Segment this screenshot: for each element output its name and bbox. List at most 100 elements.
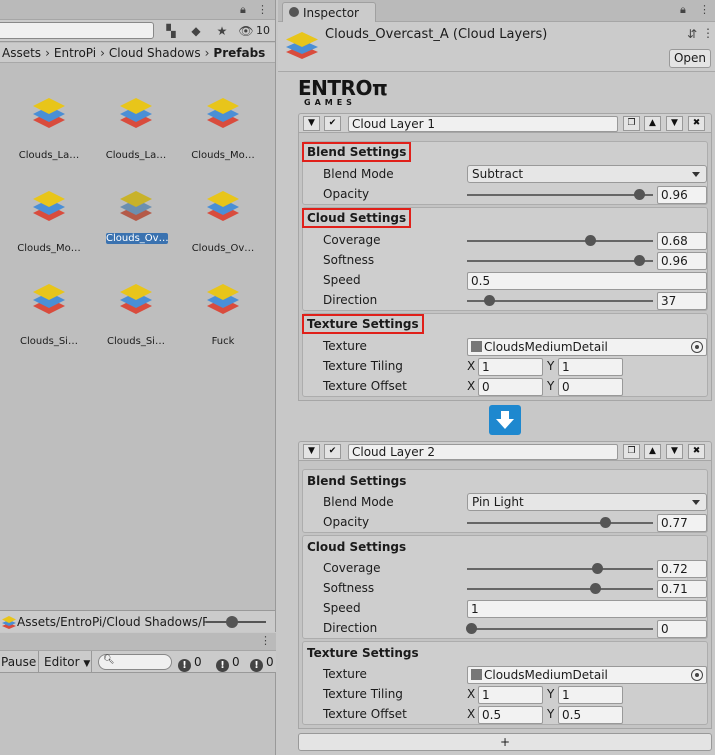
asset-item[interactable]: Clouds_Mo… bbox=[183, 80, 263, 161]
breadcrumb-separator-icon: › bbox=[100, 45, 105, 60]
remove-icon[interactable]: ✖ bbox=[688, 444, 705, 459]
collapse-toggle[interactable]: ▼ bbox=[303, 444, 320, 459]
opacity-field[interactable]: 0.77 bbox=[657, 514, 707, 532]
coverage-field[interactable]: 0.68 bbox=[657, 232, 707, 250]
opacity-slider[interactable] bbox=[467, 522, 653, 524]
asset-item[interactable]: Clouds_Mo… bbox=[9, 173, 89, 254]
console-tab-bar: ⋮ bbox=[0, 633, 276, 651]
warning-filter-toggle[interactable]: ! 0 bbox=[216, 654, 240, 672]
error-icon: ! bbox=[250, 659, 263, 672]
softness-field[interactable]: 0.96 bbox=[657, 252, 707, 270]
direction-slider-handle[interactable] bbox=[484, 295, 495, 306]
log-filter-toggle[interactable]: ! 0 bbox=[178, 654, 202, 672]
favorite-star-icon[interactable]: ★ bbox=[214, 23, 230, 39]
coverage-field[interactable]: 0.72 bbox=[657, 560, 707, 578]
chevron-down-icon: ▼ bbox=[83, 659, 91, 669]
duplicate-icon[interactable]: ❐ bbox=[623, 116, 640, 131]
more-options-icon[interactable]: ⋮ bbox=[702, 26, 714, 40]
opacity-slider-handle[interactable] bbox=[600, 517, 611, 528]
offset-x-field[interactable]: 0.5 bbox=[478, 706, 543, 724]
softness-slider-handle[interactable] bbox=[634, 255, 645, 266]
softness-slider[interactable] bbox=[467, 588, 653, 590]
softness-slider-handle[interactable] bbox=[590, 583, 601, 594]
coverage-slider[interactable] bbox=[467, 240, 653, 242]
offset-x-field[interactable]: 0 bbox=[478, 378, 543, 396]
speed-field[interactable]: 0.5 bbox=[467, 272, 707, 290]
more-options-icon[interactable]: ⋮ bbox=[260, 634, 271, 647]
softness-slider[interactable] bbox=[467, 260, 653, 262]
asset-item[interactable]: Clouds_Si… bbox=[9, 266, 89, 347]
direction-field[interactable]: 37 bbox=[657, 292, 707, 310]
layer-name-field[interactable]: Cloud Layer 1 bbox=[348, 116, 618, 132]
lock-icon[interactable]: 🔒︎ bbox=[240, 3, 246, 17]
info-icon: ! bbox=[178, 659, 191, 672]
softness-field[interactable]: 0.71 bbox=[657, 580, 707, 598]
asset-item-selected[interactable]: Clouds_Ov… bbox=[96, 173, 176, 253]
direction-slider[interactable] bbox=[467, 628, 653, 630]
settings-sliders-icon[interactable]: ⇵ bbox=[687, 27, 697, 41]
object-picker-icon[interactable] bbox=[691, 341, 703, 353]
enable-checkbox[interactable]: ✔ bbox=[324, 444, 341, 459]
coverage-slider[interactable] bbox=[467, 568, 653, 570]
hidden-packages-eye-icon[interactable]: 👁︎ bbox=[238, 23, 254, 39]
asset-item[interactable]: Clouds_Ov… bbox=[183, 173, 263, 254]
coverage-slider-handle[interactable] bbox=[592, 563, 603, 574]
texture-name: CloudsMediumDetail bbox=[484, 340, 608, 354]
cloud-layer-header: ▼ ✔ Cloud Layer 2 ❐ ▲ ▼ ✖ bbox=[298, 441, 712, 461]
opacity-slider-handle[interactable] bbox=[634, 189, 645, 200]
pause-button[interactable]: Pause bbox=[1, 654, 36, 670]
search-by-type-icon[interactable]: ▚ bbox=[163, 23, 179, 39]
y-label: Y bbox=[547, 687, 555, 701]
tiling-y-field[interactable]: 1 bbox=[558, 358, 623, 376]
more-options-icon[interactable]: ⋮ bbox=[257, 3, 268, 16]
direction-field[interactable]: 0 bbox=[657, 620, 707, 638]
console-search-input[interactable]: 🔍︎ bbox=[98, 654, 172, 670]
project-search-input[interactable] bbox=[0, 22, 154, 39]
move-up-icon[interactable]: ▲ bbox=[644, 444, 661, 459]
asset-item[interactable]: Clouds_Si… bbox=[96, 266, 176, 347]
asset-item[interactable]: Fuck bbox=[183, 266, 263, 347]
opacity-field[interactable]: 0.96 bbox=[657, 186, 707, 204]
breadcrumb-prefabs[interactable]: Prefabs bbox=[213, 46, 265, 60]
error-filter-toggle[interactable]: ! 0 bbox=[250, 654, 274, 672]
breadcrumb-assets[interactable]: Assets bbox=[2, 46, 41, 60]
object-picker-icon[interactable] bbox=[691, 669, 703, 681]
asset-item[interactable]: Clouds_La… bbox=[9, 80, 89, 161]
prefab-stack-icon bbox=[33, 98, 65, 128]
breadcrumb-entropi[interactable]: EntroPi bbox=[54, 46, 96, 60]
collapse-toggle[interactable]: ▼ bbox=[303, 116, 320, 131]
coverage-slider-handle[interactable] bbox=[585, 235, 596, 246]
blend-mode-dropdown[interactable]: Subtract bbox=[467, 165, 707, 183]
property-label: Texture bbox=[323, 339, 367, 353]
speed-field[interactable]: 1 bbox=[467, 600, 707, 618]
blend-mode-dropdown[interactable]: Pin Light bbox=[467, 493, 707, 511]
tiling-y-field[interactable]: 1 bbox=[558, 686, 623, 704]
asset-label: Clouds_Ov… bbox=[191, 243, 255, 254]
icon-size-slider-handle[interactable] bbox=[226, 616, 238, 628]
tiling-x-field[interactable]: 1 bbox=[478, 686, 543, 704]
layer-name-field[interactable]: Cloud Layer 2 bbox=[348, 444, 618, 460]
open-button[interactable]: Open bbox=[669, 49, 711, 68]
more-options-icon[interactable]: ⋮ bbox=[699, 3, 710, 16]
move-down-icon[interactable]: ▼ bbox=[666, 116, 683, 131]
texture-object-field[interactable]: CloudsMediumDetail bbox=[467, 666, 707, 684]
move-down-icon[interactable]: ▼ bbox=[666, 444, 683, 459]
direction-slider-handle[interactable] bbox=[466, 623, 477, 634]
texture-object-field[interactable]: CloudsMediumDetail bbox=[467, 338, 707, 356]
duplicate-icon[interactable]: ❐ bbox=[623, 444, 640, 459]
asset-item[interactable]: Clouds_La… bbox=[96, 80, 176, 161]
opacity-slider[interactable] bbox=[467, 194, 653, 196]
tiling-x-field[interactable]: 1 bbox=[478, 358, 543, 376]
breadcrumb-cloud-shadows[interactable]: Cloud Shadows bbox=[109, 46, 201, 60]
tab-inspector[interactable]: Inspector bbox=[282, 2, 376, 22]
move-up-icon[interactable]: ▲ bbox=[644, 116, 661, 131]
enable-checkbox[interactable]: ✔ bbox=[324, 116, 341, 131]
offset-y-field[interactable]: 0.5 bbox=[558, 706, 623, 724]
remove-icon[interactable]: ✖ bbox=[688, 116, 705, 131]
lock-icon[interactable]: 🔒︎ bbox=[680, 3, 686, 17]
offset-y-field[interactable]: 0 bbox=[558, 378, 623, 396]
editor-dropdown[interactable]: Editor ▼ bbox=[44, 654, 90, 670]
search-by-label-icon[interactable]: ◆ bbox=[188, 23, 204, 39]
selected-asset-path: Assets/EntroPi/Cloud Shadows/Pr bbox=[17, 615, 207, 629]
add-layer-button[interactable]: + bbox=[298, 733, 712, 751]
